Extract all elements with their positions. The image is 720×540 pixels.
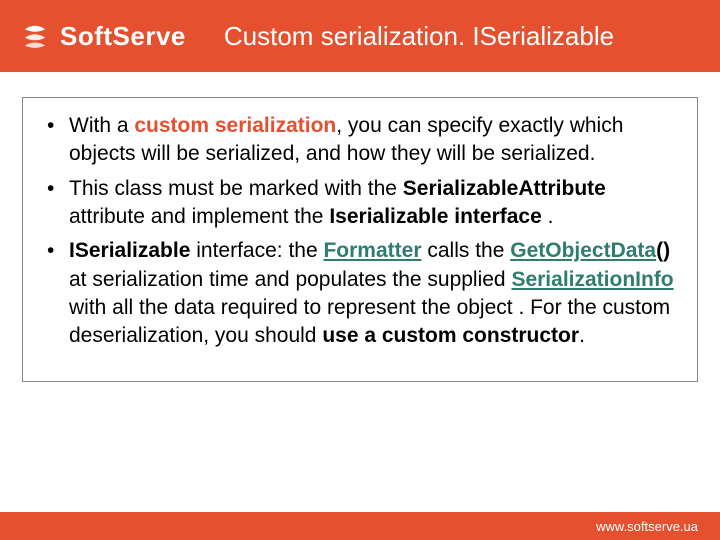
- bullet-list: With a custom serialization, you can spe…: [41, 112, 679, 351]
- link-getobjectdata[interactable]: GetObjectData: [510, 239, 656, 262]
- emphasis-custom-constructor: use a custom constructor: [322, 324, 579, 347]
- header-bar: SoftServe Custom serialization. ISeriali…: [0, 0, 720, 72]
- content-box: With a custom serialization, you can spe…: [22, 97, 698, 382]
- brand-logo: SoftServe: [18, 19, 186, 53]
- emphasis-iserializable-interface: Iserializable interface: [329, 205, 541, 228]
- link-serializationinfo[interactable]: SerializationInfo: [511, 268, 673, 291]
- link-formatter[interactable]: Formatter: [323, 239, 421, 262]
- brand-name: SoftServe: [60, 21, 186, 52]
- list-item: With a custom serialization, you can spe…: [69, 112, 679, 169]
- emphasis-custom-serialization: custom serialization: [134, 114, 336, 137]
- footer-url[interactable]: www.softserve.ua: [596, 519, 698, 534]
- slide-title: Custom serialization. ISerializable: [224, 21, 614, 52]
- emphasis-serializable-attribute: SerializableAttribute: [403, 177, 606, 200]
- softserve-icon: [18, 19, 52, 53]
- emphasis-iserializable: ISerializable: [69, 239, 190, 262]
- list-item: ISerializable interface: the Formatter c…: [69, 237, 679, 350]
- footer-bar: www.softserve.ua: [0, 510, 720, 540]
- list-item: This class must be marked with the Seria…: [69, 175, 679, 232]
